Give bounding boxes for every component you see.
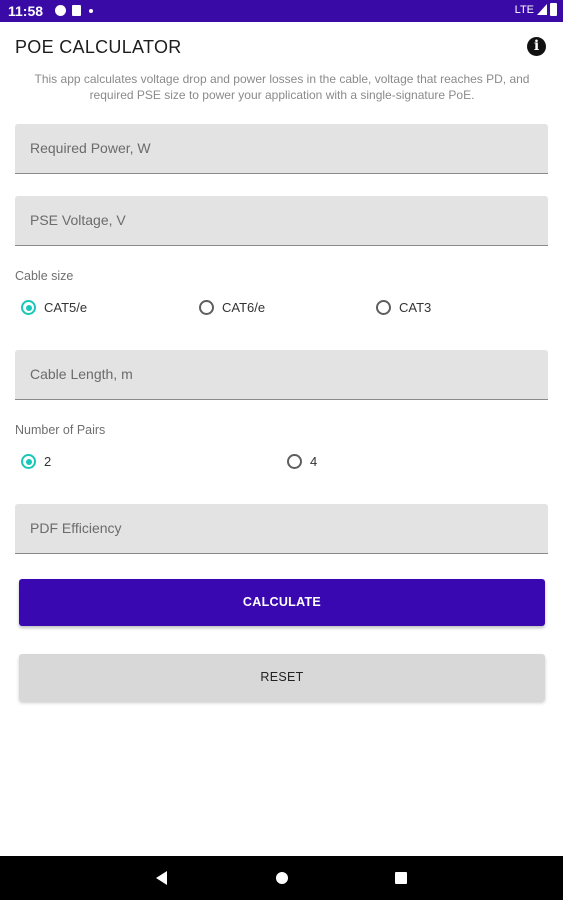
radio-button-icon bbox=[199, 300, 214, 315]
required-power-input[interactable]: Required Power, W bbox=[15, 124, 548, 174]
calculate-button[interactable]: CALCULATE bbox=[19, 579, 545, 626]
more-notifications-icon bbox=[89, 8, 93, 13]
info-icon[interactable]: i bbox=[527, 37, 546, 56]
radio-cat6e-label: CAT6/e bbox=[222, 300, 266, 315]
radio-pairs-2-label: 2 bbox=[44, 454, 52, 469]
sim-card-icon bbox=[72, 5, 81, 16]
pse-voltage-input[interactable]: PSE Voltage, V bbox=[15, 196, 548, 246]
number-of-pairs-label: Number of Pairs bbox=[15, 423, 106, 437]
cable-length-input[interactable]: Cable Length, m bbox=[15, 350, 548, 400]
radio-cat3-label: CAT3 bbox=[399, 300, 432, 315]
navigation-bar bbox=[0, 856, 563, 900]
status-bar: 11:58 LTE bbox=[0, 0, 563, 22]
app-title: POE CALCULATOR bbox=[15, 37, 182, 57]
radio-pairs-4[interactable]: 4 bbox=[287, 454, 317, 469]
notification-icons bbox=[55, 5, 93, 16]
network-type: LTE bbox=[514, 3, 534, 16]
cable-length-placeholder: Cable Length, m bbox=[30, 366, 133, 382]
battery-icon bbox=[550, 3, 557, 16]
app-notification-icon bbox=[55, 5, 66, 16]
back-icon[interactable] bbox=[156, 871, 167, 885]
radio-cat5e[interactable]: CAT5/e bbox=[21, 300, 87, 315]
radio-pairs-2[interactable]: 2 bbox=[21, 454, 51, 469]
status-time: 11:58 bbox=[8, 3, 44, 19]
radio-button-icon bbox=[21, 300, 36, 315]
status-right: LTE bbox=[515, 3, 557, 16]
radio-cat3[interactable]: CAT3 bbox=[376, 300, 431, 315]
radio-cat5e-label: CAT5/e bbox=[44, 300, 88, 315]
required-power-placeholder: Required Power, W bbox=[30, 140, 151, 156]
reset-button[interactable]: RESET bbox=[19, 654, 545, 701]
pse-voltage-placeholder: PSE Voltage, V bbox=[30, 212, 126, 228]
recent-apps-icon[interactable] bbox=[395, 872, 407, 884]
radio-pairs-4-label: 4 bbox=[310, 454, 318, 469]
signal-icon bbox=[537, 4, 547, 15]
radio-button-icon bbox=[287, 454, 302, 469]
radio-button-icon bbox=[376, 300, 391, 315]
app-description: This app calculates voltage drop and pow… bbox=[34, 72, 530, 102]
pdf-efficiency-placeholder: PDF Efficiency bbox=[30, 520, 122, 536]
home-icon[interactable] bbox=[276, 872, 288, 884]
pdf-efficiency-input[interactable]: PDF Efficiency bbox=[15, 504, 548, 554]
radio-button-icon bbox=[21, 454, 36, 469]
cable-size-label: Cable size bbox=[15, 269, 74, 283]
radio-cat6e[interactable]: CAT6/e bbox=[199, 300, 265, 315]
